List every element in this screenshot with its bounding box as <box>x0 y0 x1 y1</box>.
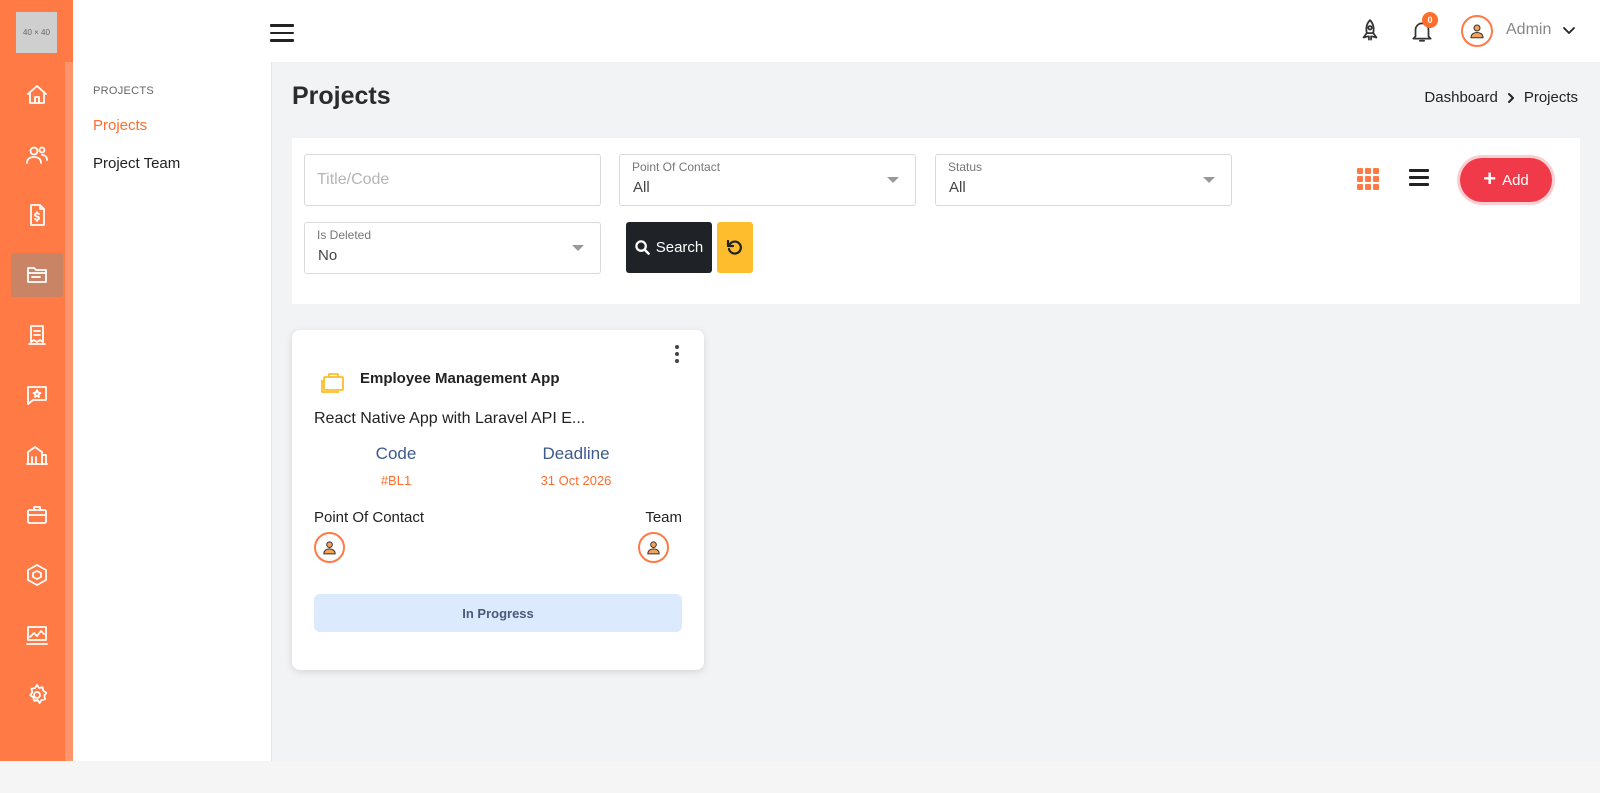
rail-edge <box>65 62 73 761</box>
menu-toggle-icon[interactable] <box>270 24 294 44</box>
title-code-input[interactable] <box>305 155 600 205</box>
team-member-avatar[interactable] <box>638 532 669 563</box>
code-label: Code <box>375 444 417 463</box>
receipt-icon <box>28 325 46 345</box>
rail-item-buildings[interactable] <box>11 433 63 477</box>
search-button[interactable]: Search <box>626 222 712 273</box>
rail-item-users[interactable] <box>11 133 63 177</box>
briefcase-icon <box>27 506 47 524</box>
add-button-label: Add <box>1502 171 1529 189</box>
more-options-icon[interactable] <box>670 344 684 364</box>
main-content: Projects Dashboard Projects Point Of Con… <box>272 62 1600 761</box>
rail-item-assets[interactable] <box>11 553 63 597</box>
deadline-label: Deadline <box>542 444 610 463</box>
add-project-button[interactable]: + Add <box>1460 158 1552 202</box>
rail-item-projects[interactable] <box>11 253 63 297</box>
project-name[interactable]: Employee Management App <box>360 370 559 387</box>
point-of-contact-value: All <box>633 179 650 196</box>
logo-placeholder: 40 × 40 <box>16 12 57 53</box>
invoice-icon <box>30 204 45 226</box>
chevron-right-icon <box>1507 92 1514 103</box>
point-of-contact-heading: Point Of Contact <box>314 509 425 526</box>
point-of-contact-select[interactable]: Point Of Contact All <box>619 154 916 206</box>
project-description: React Native App with Laravel API E... <box>314 410 586 427</box>
is-deleted-label: Is Deleted <box>317 228 372 242</box>
users-icon <box>26 146 48 164</box>
subnav-item-projects[interactable]: Projects <box>93 117 147 134</box>
is-deleted-value: No <box>318 247 338 264</box>
filter-panel: Point Of Contact All Status All Is Delet… <box>292 138 1580 304</box>
project-code: #BL1 <box>380 473 412 488</box>
status-label: Status <box>948 160 983 174</box>
rail-item-jobs[interactable] <box>11 493 63 537</box>
user-icon <box>1470 24 1484 39</box>
rail-item-feedback[interactable] <box>11 373 63 417</box>
briefcase-icon <box>320 368 346 394</box>
status-value: All <box>949 179 966 196</box>
point-of-contact-label: Point Of Contact <box>632 160 721 174</box>
grid-view-icon[interactable] <box>1357 168 1379 190</box>
breadcrumb-current: Projects <box>1523 89 1578 106</box>
rail-item-home[interactable] <box>11 73 63 117</box>
project-card[interactable]: Employee Management App React Native App… <box>292 330 704 670</box>
caret-down-icon <box>887 177 899 183</box>
caret-down-icon <box>1203 177 1215 183</box>
search-icon <box>635 240 650 255</box>
breadcrumb: Dashboard Projects <box>1424 89 1578 106</box>
chart-icon <box>26 626 48 645</box>
rocket-icon[interactable] <box>1357 18 1383 44</box>
user-icon <box>323 541 336 555</box>
user-icon <box>647 541 660 555</box>
folder-icon <box>27 267 47 283</box>
reset-icon <box>726 239 742 255</box>
title-code-field[interactable] <box>304 154 601 206</box>
rail-item-reports[interactable] <box>11 613 63 657</box>
contact-avatar[interactable] <box>314 532 345 563</box>
gear-icon <box>29 684 48 704</box>
status-select[interactable]: Status All <box>935 154 1232 206</box>
rail-item-receipts[interactable] <box>11 313 63 357</box>
rail-item-settings[interactable] <box>11 673 63 717</box>
project-deadline: 31 Oct 2026 <box>540 473 612 488</box>
chevron-down-icon[interactable] <box>1562 24 1576 38</box>
search-button-label: Search <box>655 239 704 256</box>
breadcrumb-dashboard[interactable]: Dashboard <box>1424 89 1497 106</box>
footer-strip <box>0 761 1600 793</box>
bell-icon[interactable]: 0 <box>1409 12 1438 44</box>
page-title: Projects <box>292 82 391 110</box>
team-heading: Team <box>645 509 682 526</box>
building-icon <box>26 446 48 465</box>
message-icon <box>27 386 47 405</box>
project-status-badge: In Progress <box>314 594 682 632</box>
top-bar: 0 Admin <box>73 0 1600 62</box>
icon-rail: 40 × 40 <box>0 0 73 761</box>
list-view-icon[interactable] <box>1409 169 1429 187</box>
subnav-heading: PROJECTS <box>93 85 155 97</box>
notification-badge: 0 <box>1422 12 1438 28</box>
cube-icon <box>27 564 47 586</box>
home-icon <box>27 85 47 104</box>
plus-icon: + <box>1483 166 1497 191</box>
rail-item-invoices[interactable] <box>11 193 63 237</box>
secondary-sidebar: PROJECTS Projects Project Team <box>73 62 272 761</box>
user-name[interactable]: Admin <box>1506 21 1551 39</box>
caret-down-icon <box>572 245 584 251</box>
is-deleted-select[interactable]: Is Deleted No <box>304 222 601 274</box>
reset-button[interactable] <box>717 222 753 273</box>
subnav-item-project-team[interactable]: Project Team <box>93 155 180 172</box>
user-avatar[interactable] <box>1461 15 1493 47</box>
